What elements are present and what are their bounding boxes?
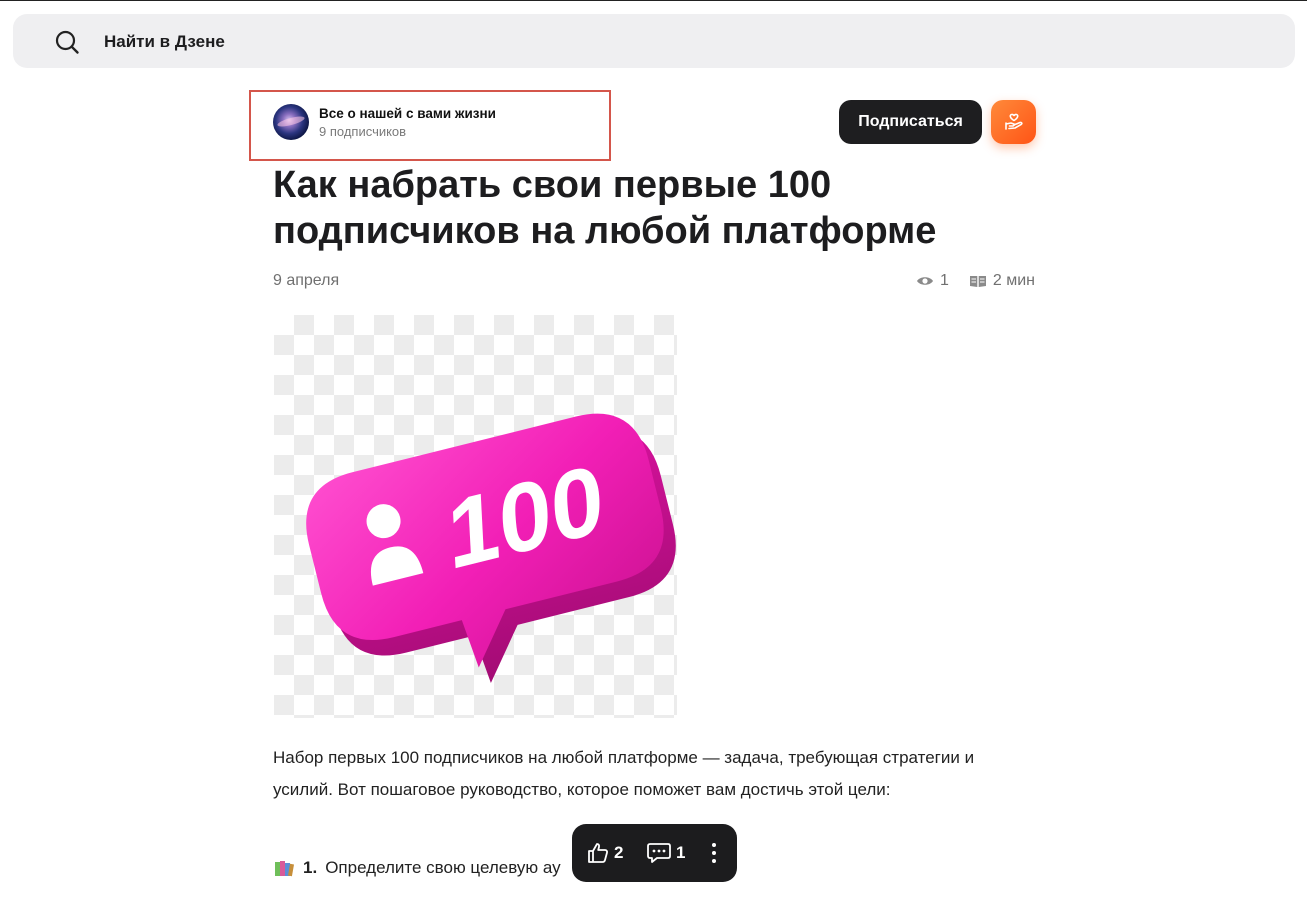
article-image[interactable]: 100 [274, 315, 677, 718]
comments-button[interactable]: 1 [646, 841, 685, 865]
read-time: 2 мин [992, 272, 1035, 289]
subscribers-100-badge-image: 100 [306, 413, 676, 684]
article-meta: 1 2 мин [916, 272, 1035, 290]
list-item: 1. Определите свою целевую ау [273, 858, 561, 878]
likes-count: 2 [614, 843, 624, 862]
donate-button[interactable] [991, 100, 1036, 144]
list-item-text: Определите свою целевую ау [325, 858, 561, 877]
donate-hand-heart-icon [1004, 113, 1023, 130]
article-actions-bar: 2 1 [572, 824, 737, 882]
article-title: Как набрать свои первые 100 подписчиков … [273, 164, 937, 252]
more-vertical-icon[interactable] [708, 841, 720, 865]
channel-name[interactable]: Все о нашей с вами жизни [319, 106, 496, 121]
search-bar[interactable]: Найти в Дзене [13, 14, 1295, 68]
thumbs-up-icon [588, 843, 608, 863]
search-icon [55, 30, 79, 54]
subscribe-button[interactable]: Подписаться [839, 100, 982, 144]
top-border [0, 0, 1307, 1]
list-item-number: 1. [303, 858, 318, 877]
channel-subscribers: 9 подписчиков [319, 124, 407, 139]
comments-count: 1 [676, 843, 686, 862]
like-button[interactable]: 2 [586, 841, 623, 865]
comment-icon [647, 843, 671, 863]
channel-avatar[interactable] [273, 104, 309, 140]
book-icon [969, 276, 986, 287]
article-intro: Набор первых 100 подписчиков на любой пл… [273, 748, 975, 799]
article-date: 9 апреля [273, 272, 340, 289]
views-count: 1 [939, 272, 949, 289]
eye-icon [916, 277, 933, 285]
search-placeholder[interactable]: Найти в Дзене [104, 32, 225, 52]
books-emoji-icon [275, 861, 295, 877]
